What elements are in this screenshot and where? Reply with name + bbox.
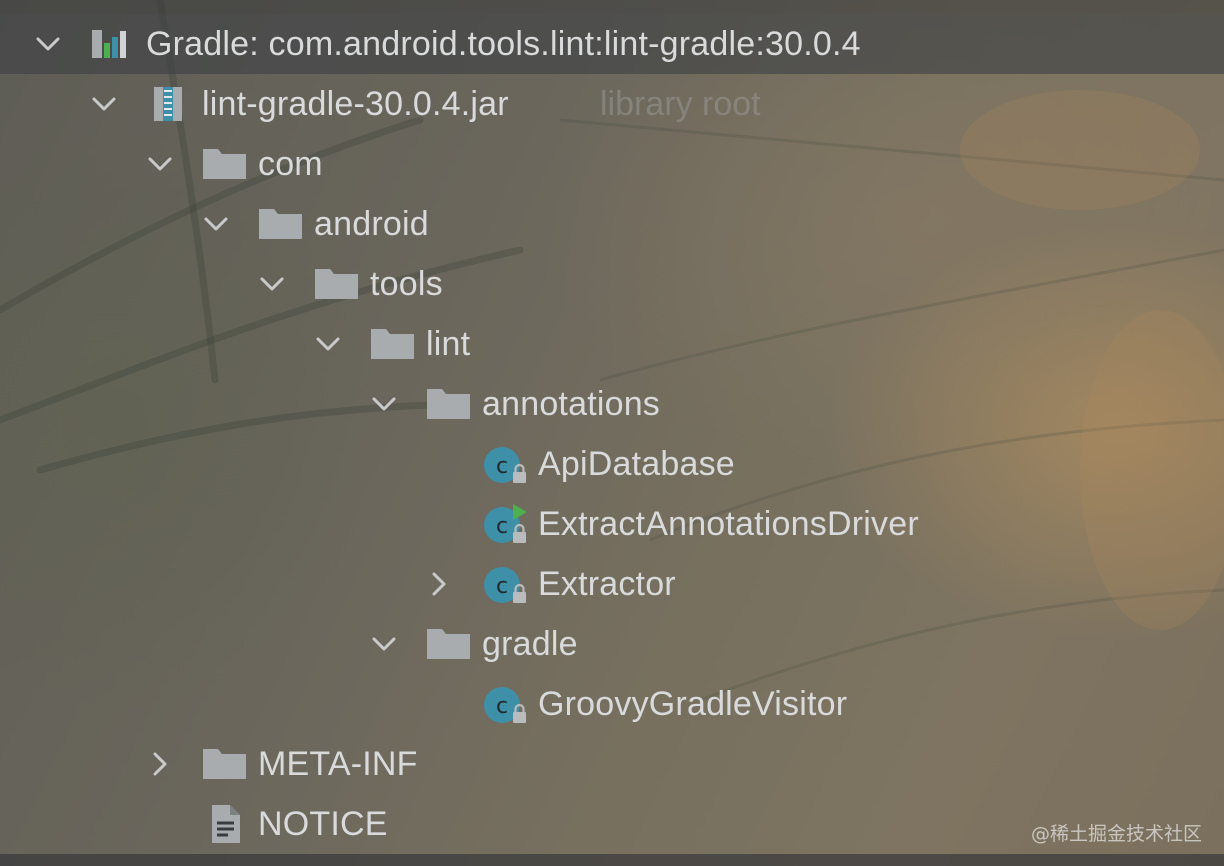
tree-row-jar[interactable]: lint-gradle-30.0.4.jar library root [0,74,1224,134]
tree-row-meta-inf[interactable]: META-INF [0,734,1224,794]
tree-row-groovy-gradle-visitor[interactable]: c GroovyGradleVisitor [0,674,1224,734]
tree-row-extractor[interactable]: c Extractor [0,554,1224,614]
tree-label: gradle [482,625,578,663]
tree-label: lint [426,325,471,363]
jar-archive-icon [154,87,182,121]
svg-text:c: c [496,574,508,599]
chevron-down-icon[interactable] [259,271,285,297]
tree-label: android [314,205,429,243]
chevron-down-icon[interactable] [147,151,173,177]
tree-row-gradle-library[interactable]: Gradle: com.android.tools.lint:lint-grad… [0,14,1224,74]
class-icon: c [484,687,526,723]
chevron-down-icon[interactable] [315,331,341,357]
folder-icon [259,209,302,239]
svg-text:c: c [496,514,508,539]
tree-row-extract-annotations-driver[interactable]: c ExtractAnnotationsDriver [0,494,1224,554]
tree-label: tools [370,265,443,303]
tree-label: GroovyGradleVisitor [538,685,848,723]
chevron-down-icon[interactable] [371,631,397,657]
tree-label: ApiDatabase [538,445,735,483]
chevron-right-icon[interactable] [426,571,452,597]
tree-row-android[interactable]: android [0,194,1224,254]
chevron-down-icon[interactable] [91,91,117,117]
chevron-down-icon[interactable] [35,31,61,57]
class-icon: c [484,447,526,483]
project-tree[interactable]: Gradle: com.android.tools.lint:lint-grad… [0,14,1224,854]
tree-label: Gradle: com.android.tools.lint:lint-grad… [146,25,861,63]
chevron-down-icon[interactable] [203,211,229,237]
chevron-down-icon[interactable] [371,391,397,417]
watermark: @稀土掘金技术社区 [1030,823,1202,845]
text-file-icon [212,805,240,843]
tree-row-lint[interactable]: lint [0,314,1224,374]
library-root-hint: library root [600,85,761,123]
tree-row-gradle[interactable]: gradle [0,614,1224,674]
folder-icon [371,329,414,359]
tree-row-tools[interactable]: tools [0,254,1224,314]
tree-label: Extractor [538,565,676,603]
tree-label: META-INF [258,745,418,783]
svg-text:c: c [496,694,508,719]
folder-icon [427,629,470,659]
folder-icon [315,269,358,299]
gradle-library-icon [92,30,126,58]
top-strip [0,0,1224,14]
tree-label: lint-gradle-30.0.4.jar [202,85,509,123]
tree-label: annotations [482,385,661,423]
bottom-strip [0,854,1224,866]
folder-icon [203,149,246,179]
tree-label: com [258,145,323,183]
runnable-class-icon: c [484,504,527,543]
tree-label: NOTICE [258,805,388,843]
tree-row-api-database[interactable]: c ApiDatabase [0,434,1224,494]
tree-row-annotations[interactable]: annotations [0,374,1224,434]
class-icon: c [484,567,526,603]
svg-text:c: c [496,454,508,479]
folder-icon [203,749,246,779]
tree-row-com[interactable]: com [0,134,1224,194]
folder-icon [427,389,470,419]
tree-label: ExtractAnnotationsDriver [538,505,919,543]
chevron-right-icon[interactable] [147,751,173,777]
